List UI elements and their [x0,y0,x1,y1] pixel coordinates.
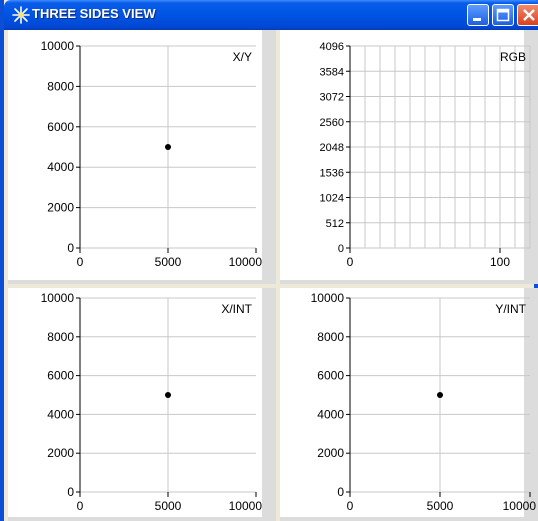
minimize-button[interactable] [467,4,489,26]
chart-title: X/Y [233,50,252,64]
y-tick-label: 6000 [317,369,344,383]
y-tick-label: 2000 [47,201,74,215]
x-tick-label: 10000 [503,499,537,513]
panel-edge [280,517,538,521]
y-tick-label: 1536 [320,167,344,179]
sparkle-icon [12,6,30,24]
chart-title: X/INT [221,302,252,316]
x-tick-label: 0 [77,499,84,513]
y-tick-label: 10000 [311,291,345,305]
panel-edge [524,288,538,521]
panel-background [8,288,276,521]
panel-edge [524,30,538,284]
y-tick-label: 0 [67,241,74,255]
y-tick-label: 4000 [47,407,74,421]
x-tick-label: 5000 [155,255,182,269]
close-icon [523,9,535,21]
x-tick-label: 5000 [155,499,182,513]
close-button[interactable] [517,4,538,26]
y-tick-label: 4000 [317,407,344,421]
x-tick-label: 0 [347,255,354,269]
y-tick-label: 2048 [320,142,344,154]
data-point [165,144,171,150]
data-point [437,392,443,398]
panel-edge [8,280,276,284]
panel-background [280,288,538,521]
x-tick-label: 0 [347,499,354,513]
chart-title: Y/INT [495,302,526,316]
y-tick-label: 6000 [47,369,74,383]
panel-edge [262,30,276,284]
panel-edge [280,280,538,284]
x-tick-label: 0 [77,255,84,269]
y-tick-label: 2000 [317,446,344,460]
charts-area: 02000400060008000100000 5000 10000X/Y05121… [8,30,538,521]
chart-panel-2: 0 2000 4000 6000 8000 10000 0 5000 10000 X/INT [8,288,276,521]
x-tick-label: 5000 [427,499,454,513]
chart-panel-1: 0 512 1024 1536 2048 2560 3072 3584 4096 0 100 RGB [280,30,538,284]
y-tick-label: 2000 [47,446,74,460]
minimize-icon [473,18,481,21]
window-title: THREE SIDES VIEW [32,6,156,21]
y-tick-label: 4000 [47,160,74,174]
y-tick-label: 0 [338,243,344,255]
chart-title: RGB [500,50,526,64]
y-tick-label: 512 [326,218,344,230]
x-tick-label: 100 [490,255,510,269]
y-tick-label: 10000 [41,291,75,305]
title-bar[interactable]: THREE SIDES VIEW [4,0,538,30]
panel-background [8,30,276,284]
y-tick-label: 8000 [47,79,74,93]
y-tick-label: 6000 [47,120,74,134]
y-tick-label: 2560 [320,117,344,129]
panel-edge [262,288,276,521]
x-tick-label: 10000 [229,255,263,269]
maximize-button[interactable] [492,4,514,26]
y-tick-label: 8000 [317,330,344,344]
chart-panel-3: 0 2000 4000 6000 8000 10000 0 5000 10000 Y/INT [280,288,538,521]
y-tick-label: 8000 [47,330,74,344]
data-point [165,392,171,398]
y-tick-label: 0 [67,485,74,499]
chart-panel-0: 0 2000 4000 6000 8000 10000 0 5000 10000 X/Y [8,30,276,284]
maximize-icon [496,8,510,22]
y-tick-label: 10000 [41,39,75,53]
panel-edge [8,517,276,521]
y-tick-label: 3584 [320,66,344,78]
app-window: THREE SIDES VIEW 0 2000 4000 6000 8000 10000 0… [0,0,538,521]
y-tick-label: 3072 [320,92,344,104]
y-tick-label: 0 [337,485,344,499]
x-tick-label: 10000 [229,499,263,513]
y-tick-label: 1024 [320,193,344,205]
y-tick-label: 4096 [320,41,344,53]
